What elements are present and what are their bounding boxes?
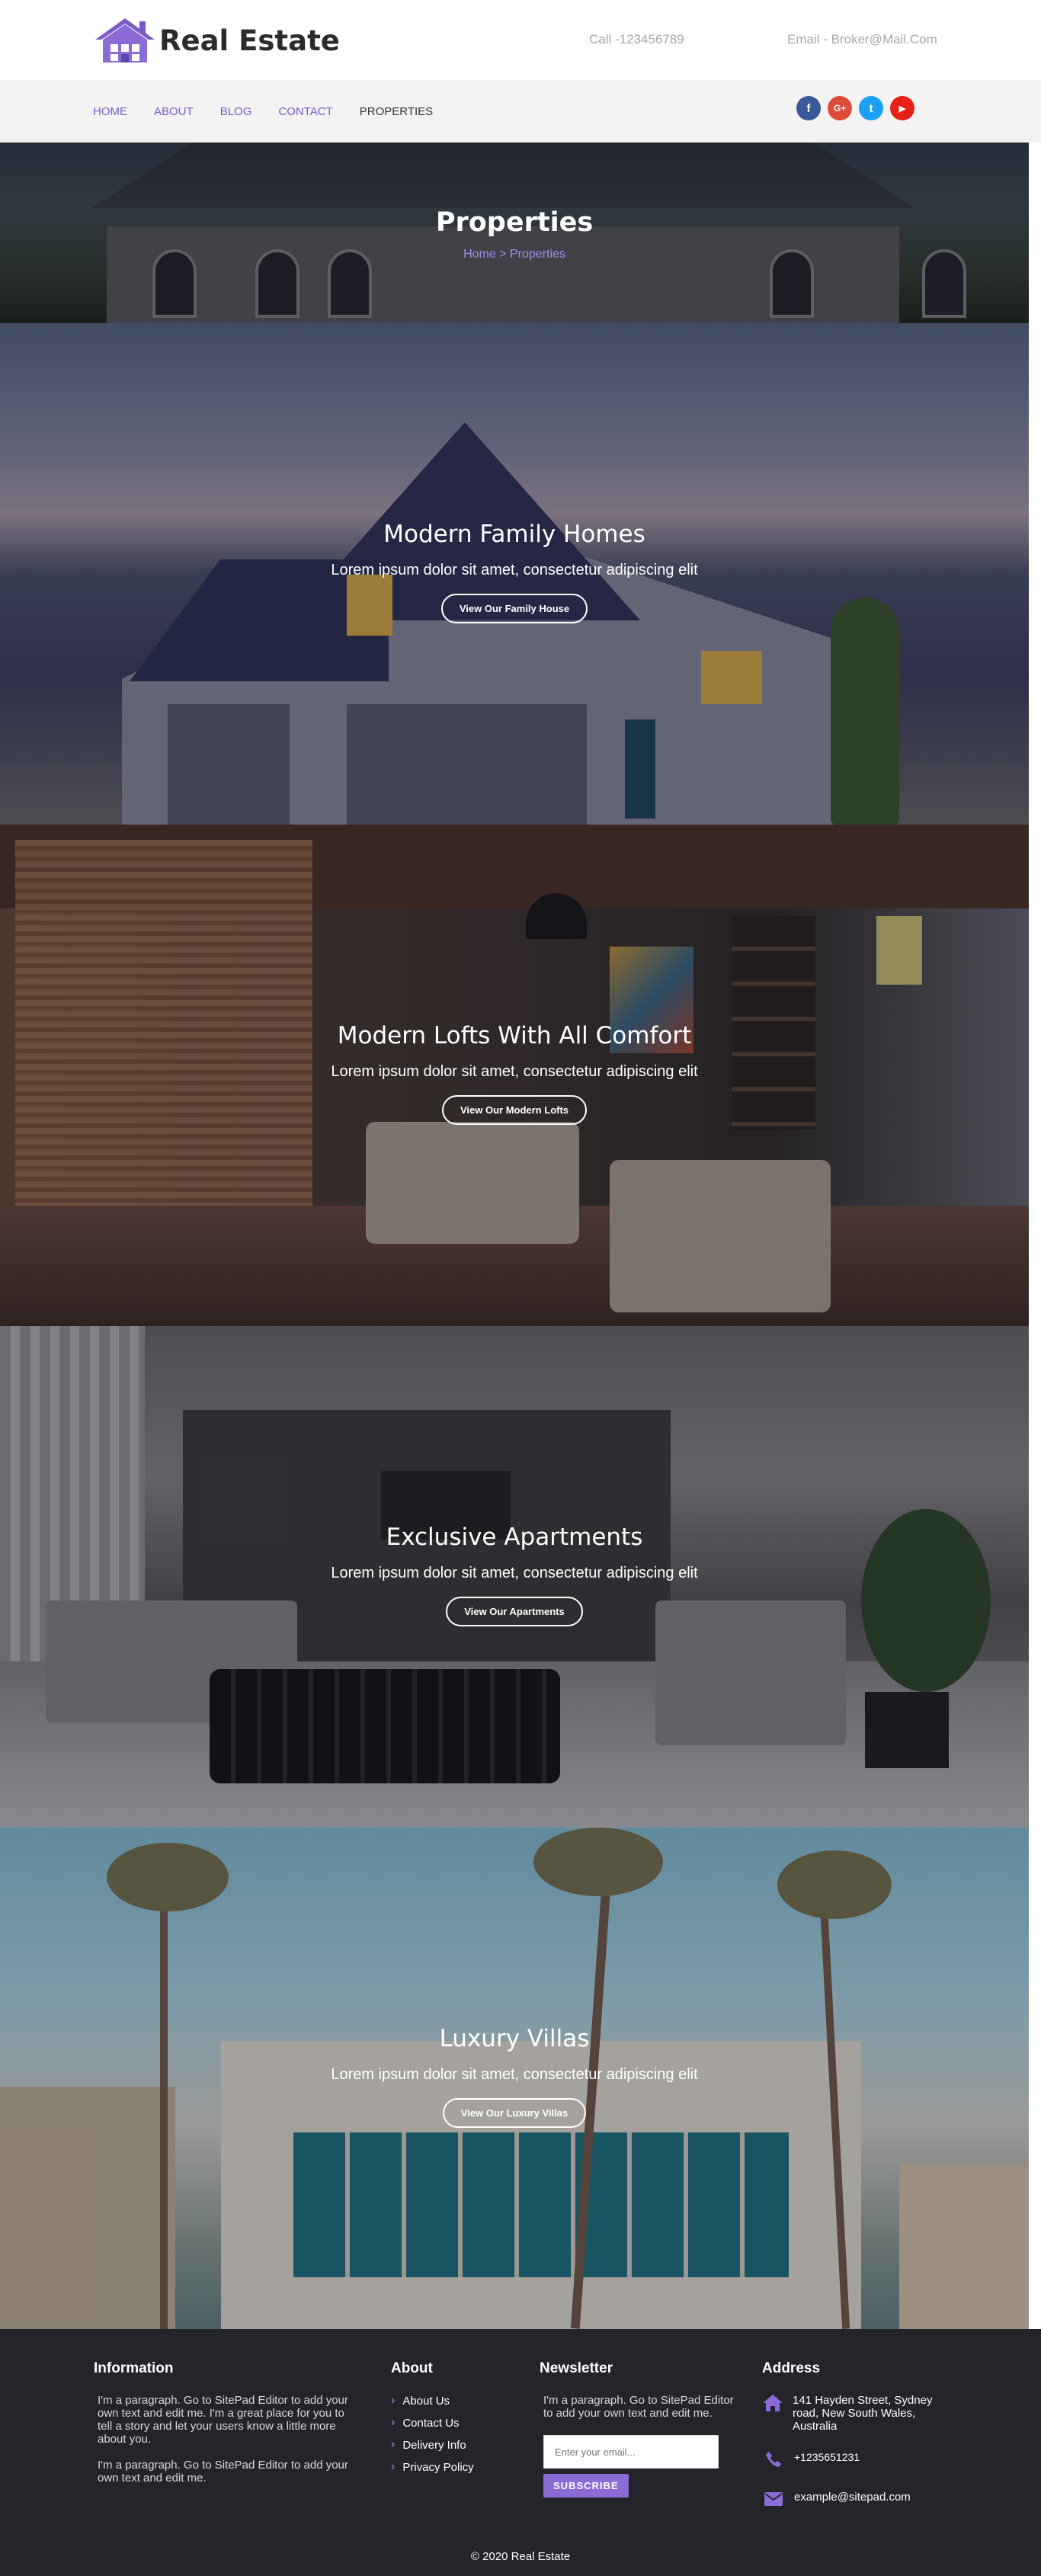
breadcrumb: Home > Properties xyxy=(0,248,1029,261)
site-logo[interactable]: Real Estate xyxy=(94,17,340,64)
property-section-luxury-villas: Luxury Villas Lorem ipsum dolor sit amet… xyxy=(0,1828,1029,2329)
youtube-icon[interactable]: ▶ xyxy=(890,96,914,120)
footer-link-privacy-policy[interactable]: › Privacy Policy xyxy=(391,2460,513,2474)
footer-heading: Information xyxy=(94,2360,174,2376)
footer-link-label: Delivery Info xyxy=(402,2438,466,2452)
page-title: Properties xyxy=(435,207,594,238)
breadcrumb-home[interactable]: Home xyxy=(463,248,496,261)
nav-menu: HOME ABOUT BLOG CONTACT PROPERTIES xyxy=(93,80,460,143)
footer-link-contact-us[interactable]: › Contact Us xyxy=(391,2416,513,2430)
main-nav: HOME ABOUT BLOG CONTACT PROPERTIES xyxy=(0,80,1041,143)
footer-paragraph: I'm a paragraph. Go to SitePad Editor to… xyxy=(98,2459,348,2485)
google-plus-icon[interactable]: G+ xyxy=(828,96,852,120)
view-apartments-button[interactable]: View Our Apartments xyxy=(446,1597,583,1626)
property-section-modern-lofts: Modern Lofts With All Comfort Lorem ipsu… xyxy=(0,825,1029,1326)
property-title: Luxury Villas xyxy=(439,2025,590,2052)
header-email: Email - Broker@Mail.Com xyxy=(787,32,937,46)
header-phone: Call -123456789 xyxy=(589,32,684,46)
property-description: Lorem ipsum dolor sit amet, consectetur … xyxy=(331,1063,698,1080)
house-logo-icon xyxy=(95,18,155,62)
breadcrumb-separator: > xyxy=(495,248,510,261)
footer-information: Information I'm a paragraph. Go to SiteP… xyxy=(94,2360,353,2498)
footer-link-label: About Us xyxy=(402,2394,450,2408)
footer-newsletter: Newsletter I'm a paragraph. Go to SitePa… xyxy=(540,2360,738,2498)
copyright: © 2020 Real Estate xyxy=(470,2550,571,2563)
property-caption: Exclusive Apartments Lorem ipsum dolor s… xyxy=(0,1523,1029,1626)
nav-properties[interactable]: PROPERTIES xyxy=(360,105,433,118)
property-description: Lorem ipsum dolor sit amet, consectetur … xyxy=(331,2066,698,2083)
brand-name: Real Estate xyxy=(159,24,340,57)
footer-link-about-us[interactable]: › About Us xyxy=(391,2394,513,2408)
nav-blog[interactable]: BLOG xyxy=(220,105,252,118)
subscribe-button[interactable]: SUBSCRIBE xyxy=(543,2474,629,2498)
twitter-icon[interactable]: t xyxy=(859,96,883,120)
footer-heading: About xyxy=(391,2360,433,2376)
footer-address: Address 141 Hayden Street, Sydney road, … xyxy=(762,2360,953,2529)
phone-icon xyxy=(762,2451,785,2472)
view-luxury-villas-button[interactable]: View Our Luxury Villas xyxy=(442,2098,587,2128)
property-description: Lorem ipsum dolor sit amet, consectetur … xyxy=(331,1565,698,1581)
view-family-house-button[interactable]: View Our Family House xyxy=(440,594,588,623)
chevron-right-icon: › xyxy=(391,2460,396,2473)
property-title: Modern Lofts With All Comfort xyxy=(337,1022,692,1049)
footer-link-label: Contact Us xyxy=(402,2416,460,2430)
property-caption: Luxury Villas Lorem ipsum dolor sit amet… xyxy=(0,2025,1029,2128)
property-caption: Modern Family Homes Lorem ipsum dolor si… xyxy=(0,521,1029,623)
chevron-right-icon: › xyxy=(391,2394,396,2407)
property-title: Modern Family Homes xyxy=(383,521,645,548)
page-banner: Properties Home > Properties xyxy=(0,143,1029,323)
address-phone[interactable]: +1235651231 xyxy=(794,2451,860,2464)
footer-about: About › About Us › Contact Us › Delivery In… xyxy=(391,2360,513,2482)
address-row: 141 Hayden Street, Sydney road, New Sout… xyxy=(762,2394,953,2433)
nav-about[interactable]: ABOUT xyxy=(154,105,194,118)
nav-contact[interactable]: CONTACT xyxy=(278,105,332,118)
chevron-right-icon: › xyxy=(391,2438,396,2451)
footer-link-delivery-info[interactable]: › Delivery Info xyxy=(391,2438,513,2452)
address-email[interactable]: example@sitepad.com xyxy=(794,2491,911,2504)
view-modern-lofts-button[interactable]: View Our Modern Lofts xyxy=(441,1095,588,1125)
property-description: Lorem ipsum dolor sit amet, consectetur … xyxy=(331,562,698,578)
property-section-apartments: Exclusive Apartments Lorem ipsum dolor s… xyxy=(0,1326,1029,1828)
newsletter-email-input[interactable] xyxy=(543,2435,719,2469)
site-header: Real Estate Call -123456789 Email - Brok… xyxy=(0,0,1041,80)
site-footer: Information I'm a paragraph. Go to SiteP… xyxy=(0,2329,1041,2576)
footer-link-label: Privacy Policy xyxy=(402,2460,474,2474)
breadcrumb-current: Properties xyxy=(510,248,565,261)
property-caption: Modern Lofts With All Comfort Lorem ipsu… xyxy=(0,1022,1029,1125)
home-icon xyxy=(762,2394,783,2417)
nav-home[interactable]: HOME xyxy=(93,105,127,118)
chevron-right-icon: › xyxy=(391,2416,396,2429)
footer-links: › About Us › Contact Us › Delivery Info › Pr… xyxy=(391,2394,513,2474)
facebook-icon[interactable]: f xyxy=(796,96,821,120)
phone-row: +1235651231 xyxy=(762,2451,953,2472)
property-section-family-homes: Modern Family Homes Lorem ipsum dolor si… xyxy=(0,323,1029,825)
footer-heading: Newsletter xyxy=(540,2360,613,2376)
envelope-icon xyxy=(762,2491,785,2510)
address-street: 141 Hayden Street, Sydney road, New Sout… xyxy=(793,2394,933,2433)
property-title: Exclusive Apartments xyxy=(386,1523,643,1551)
footer-paragraph: I'm a paragraph. Go to SitePad Editor to… xyxy=(98,2394,348,2446)
footer-paragraph: I'm a paragraph. Go to SitePad Editor to… xyxy=(543,2394,734,2420)
footer-heading: Address xyxy=(762,2360,821,2376)
email-row: example@sitepad.com xyxy=(762,2491,953,2510)
